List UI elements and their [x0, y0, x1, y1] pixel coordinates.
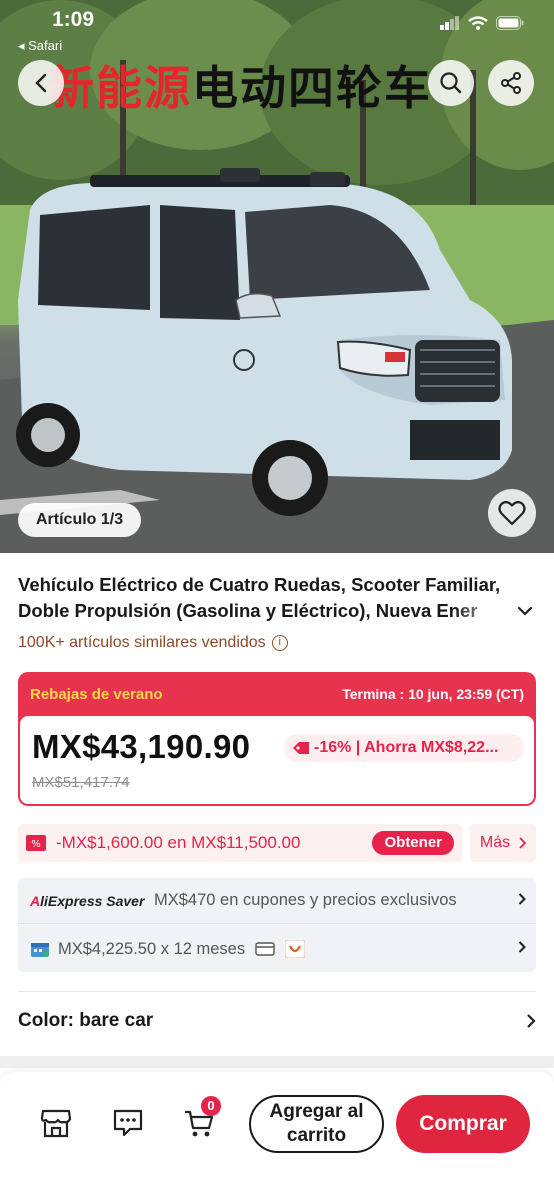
store-icon[interactable]	[40, 1108, 72, 1138]
chevron-right-icon	[527, 1014, 536, 1028]
calendar-icon	[31, 943, 49, 957]
original-price: MX$51,417.74	[32, 774, 130, 791]
signal-icon	[440, 16, 459, 30]
cart-count-badge: 0	[201, 1096, 221, 1116]
image-counter: Artículo 1/3	[18, 503, 142, 537]
sale-deadline: Termina : 10 jun, 23:59 (CT)	[342, 686, 524, 702]
chevron-right-icon	[519, 837, 527, 849]
chat-icon[interactable]	[112, 1108, 144, 1138]
product-title[interactable]: Vehículo Eléctrico de Cuatro Ruedas, Sco…	[18, 572, 540, 624]
banner-red-text: 新能源	[48, 61, 192, 115]
more-coupons-button[interactable]: Más	[470, 824, 536, 862]
saver-box: AliExpress Saver MX$470 en cupones y pre…	[18, 878, 536, 972]
svg-text:%: %	[31, 839, 41, 850]
sale-title: Rebajas de verano	[30, 685, 163, 703]
saver-text: MX$470 en cupones y precios exclusivos	[154, 891, 457, 909]
coupon-icon: %	[26, 835, 46, 851]
sold-count: 100K+ artículos similares vendidos i	[18, 634, 288, 652]
search-icon	[440, 72, 462, 94]
current-price: MX$43,190.90	[32, 728, 251, 765]
wifi-icon	[468, 16, 488, 30]
heart-icon	[498, 501, 526, 526]
add-to-cart-button[interactable]: Agregar al carrito	[249, 1095, 384, 1153]
chevron-down-icon[interactable]	[517, 605, 533, 617]
payment-provider-icon	[285, 940, 306, 958]
installments-row[interactable]: MX$4,225.50 x 12 meses	[18, 926, 536, 972]
search-button[interactable]	[428, 60, 474, 106]
discount-tag-icon	[293, 742, 309, 754]
more-label: Más	[479, 834, 511, 851]
status-time: 1:09	[52, 8, 95, 31]
banner-black-text: 电动四轮车	[192, 61, 432, 115]
info-icon[interactable]: i	[271, 635, 288, 651]
title-line-2: Doble Propulsión (Gasolina y Eléctrico),…	[18, 600, 478, 621]
get-coupon-button[interactable]: Obtener	[372, 831, 454, 855]
divider	[18, 991, 536, 992]
installments-text: MX$4,225.50 x 12 meses	[58, 939, 246, 958]
promo-banner: 新能源电动四轮车	[48, 52, 432, 118]
coupon-row[interactable]: % -MX$1,600.00 en MX$11,500.00 Obtener	[18, 824, 462, 862]
sold-text: 100K+ artículos similares vendidos	[18, 634, 266, 651]
share-icon	[501, 72, 521, 94]
color-selector[interactable]: Color: bare car	[18, 1010, 536, 1032]
coupon-text: -MX$1,600.00 en MX$11,500.00	[56, 833, 301, 852]
discount-text: -16% | Ahorra MX$8,22...	[314, 739, 499, 756]
title-line-1: Vehículo Eléctrico de Cuatro Ruedas, Sco…	[18, 574, 501, 595]
wishlist-button[interactable]	[488, 489, 536, 537]
summer-sale-box: Rebajas de verano Termina : 10 jun, 23:5…	[18, 672, 536, 806]
discount-badge: -16% | Ahorra MX$8,22...	[284, 734, 524, 762]
status-icons	[440, 16, 524, 30]
color-label: Color: bare car	[18, 1010, 154, 1031]
saver-coupons-row[interactable]: AliExpress Saver MX$470 en cupones y pre…	[18, 878, 536, 924]
back-button[interactable]	[18, 60, 64, 106]
chevron-right-icon	[518, 941, 526, 953]
chevron-right-icon	[518, 893, 526, 905]
chevron-left-icon	[35, 73, 47, 93]
buy-now-button[interactable]: Comprar	[396, 1095, 530, 1153]
section-separator	[0, 1056, 554, 1068]
aliexpress-saver-logo: AliExpress Saver	[30, 892, 145, 909]
card-icon	[255, 942, 275, 956]
share-button[interactable]	[488, 60, 534, 106]
battery-icon	[496, 16, 524, 30]
product-image[interactable]: 1:09 ◂ Safari 新能源电动四轮车 Artículo 1/3	[0, 0, 554, 553]
